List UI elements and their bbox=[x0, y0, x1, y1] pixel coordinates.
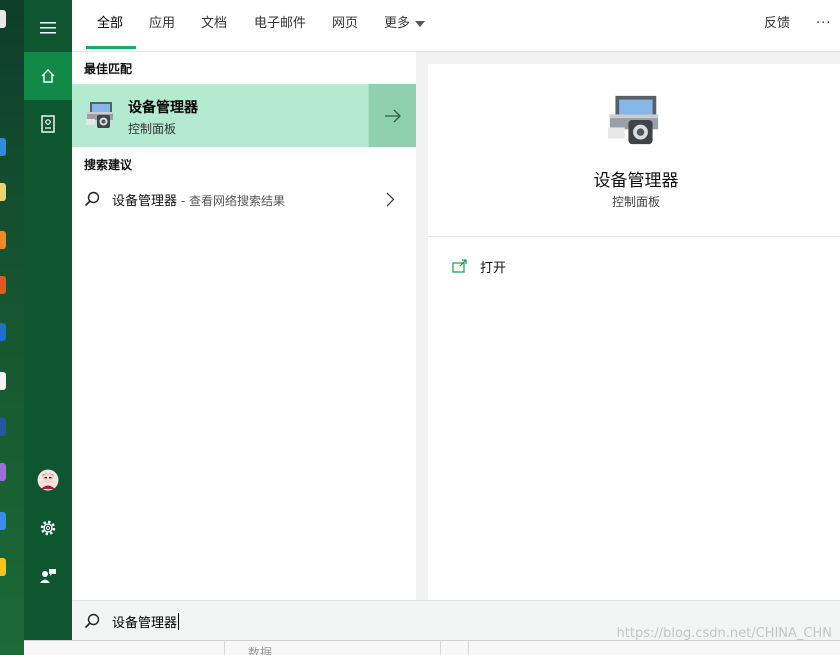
desktop-icon[interactable] bbox=[0, 231, 6, 249]
menu-button[interactable] bbox=[24, 4, 72, 52]
column-divider bbox=[468, 641, 469, 655]
settings-button[interactable] bbox=[24, 504, 72, 552]
chevron-right-icon bbox=[386, 192, 395, 207]
arrow-right-icon bbox=[384, 109, 401, 122]
tab-more-label: 更多 bbox=[384, 16, 411, 31]
search-icon bbox=[84, 191, 100, 207]
home-button[interactable] bbox=[24, 52, 72, 100]
feedback-button[interactable]: 反馈 bbox=[764, 0, 790, 50]
desktop-icon[interactable] bbox=[0, 418, 6, 436]
desktop-icon[interactable] bbox=[0, 10, 6, 28]
desktop-icon[interactable] bbox=[0, 276, 6, 294]
chevron-down-icon bbox=[415, 20, 426, 27]
search-input[interactable]: 设备管理器 bbox=[112, 612, 180, 631]
watermark: https://blog.csdn.net/CHINA_CHN bbox=[616, 626, 832, 641]
feedback-person-icon bbox=[40, 569, 56, 583]
best-match-title: 设备管理器 bbox=[128, 100, 198, 116]
active-tab-indicator bbox=[86, 46, 136, 49]
open-action-label: 打开 bbox=[480, 260, 507, 276]
background-window-strip: 数据 bbox=[24, 640, 840, 655]
tab-more[interactable]: 更多 bbox=[384, 0, 426, 50]
suggestion-hint: - 查看网络搜索结果 bbox=[177, 194, 285, 208]
open-action[interactable]: 打开 bbox=[452, 256, 506, 276]
column-divider bbox=[440, 641, 441, 655]
search-scope-tabs: 全部 应用 文档 电子邮件 网页 更多 反馈 ··· bbox=[72, 0, 840, 52]
home-icon bbox=[41, 69, 55, 83]
suggestion-text: 设备管理器 - 查看网络搜索结果 bbox=[112, 190, 285, 209]
desktop-strip bbox=[0, 0, 24, 655]
more-options-button[interactable]: ··· bbox=[816, 0, 831, 50]
desktop-icon[interactable] bbox=[0, 138, 6, 156]
suggestion-query: 设备管理器 bbox=[112, 194, 178, 209]
feedback-hub-button[interactable] bbox=[24, 552, 72, 600]
preview-subtitle: 控制面板 bbox=[611, 195, 660, 209]
tab-all[interactable]: 全部 bbox=[97, 0, 123, 50]
notebook-button[interactable] bbox=[24, 100, 72, 148]
desktop-icon[interactable] bbox=[0, 323, 6, 341]
desktop-icon[interactable] bbox=[0, 372, 6, 390]
open-icon bbox=[452, 259, 467, 273]
preview-divider bbox=[428, 236, 840, 237]
desktop-icon[interactable] bbox=[0, 512, 6, 530]
desktop-icon[interactable] bbox=[0, 558, 6, 576]
notebook-icon bbox=[41, 115, 55, 133]
hamburger-icon bbox=[40, 22, 56, 34]
text-caret bbox=[178, 613, 180, 630]
best-match-heading: 最佳匹配 bbox=[84, 62, 133, 76]
results-pane: 最佳匹配 设备管理器 控制面板 搜索建议 设备管理器 - 查看网络搜索结果 bbox=[72, 52, 416, 600]
background-text: 数据 bbox=[248, 646, 273, 655]
column-divider bbox=[224, 641, 225, 655]
tab-web[interactable]: 网页 bbox=[332, 0, 358, 50]
expand-preview-button[interactable] bbox=[368, 84, 416, 147]
preview-pane: 设备管理器 控制面板 打开 bbox=[428, 64, 840, 600]
search-query: 设备管理器 bbox=[112, 616, 178, 631]
desktop-icon[interactable] bbox=[0, 463, 6, 481]
tab-apps[interactable]: 应用 bbox=[149, 0, 175, 50]
avatar-icon bbox=[37, 469, 59, 491]
search-sidebar bbox=[24, 0, 72, 640]
preview-title: 设备管理器 bbox=[593, 171, 679, 191]
device-manager-large-icon bbox=[608, 95, 659, 145]
tab-email[interactable]: 电子邮件 bbox=[254, 0, 306, 50]
tab-documents[interactable]: 文档 bbox=[201, 0, 227, 50]
best-match-result[interactable]: 设备管理器 控制面板 bbox=[72, 84, 368, 147]
search-suggestions-heading: 搜索建议 bbox=[84, 158, 133, 172]
web-search-suggestion[interactable]: 设备管理器 - 查看网络搜索结果 bbox=[72, 182, 416, 216]
gear-icon bbox=[40, 520, 56, 536]
search-icon bbox=[84, 613, 100, 629]
device-manager-icon bbox=[86, 102, 113, 128]
account-button[interactable] bbox=[24, 456, 72, 504]
desktop-icon[interactable] bbox=[0, 183, 6, 201]
best-match-subtitle: 控制面板 bbox=[128, 122, 177, 136]
